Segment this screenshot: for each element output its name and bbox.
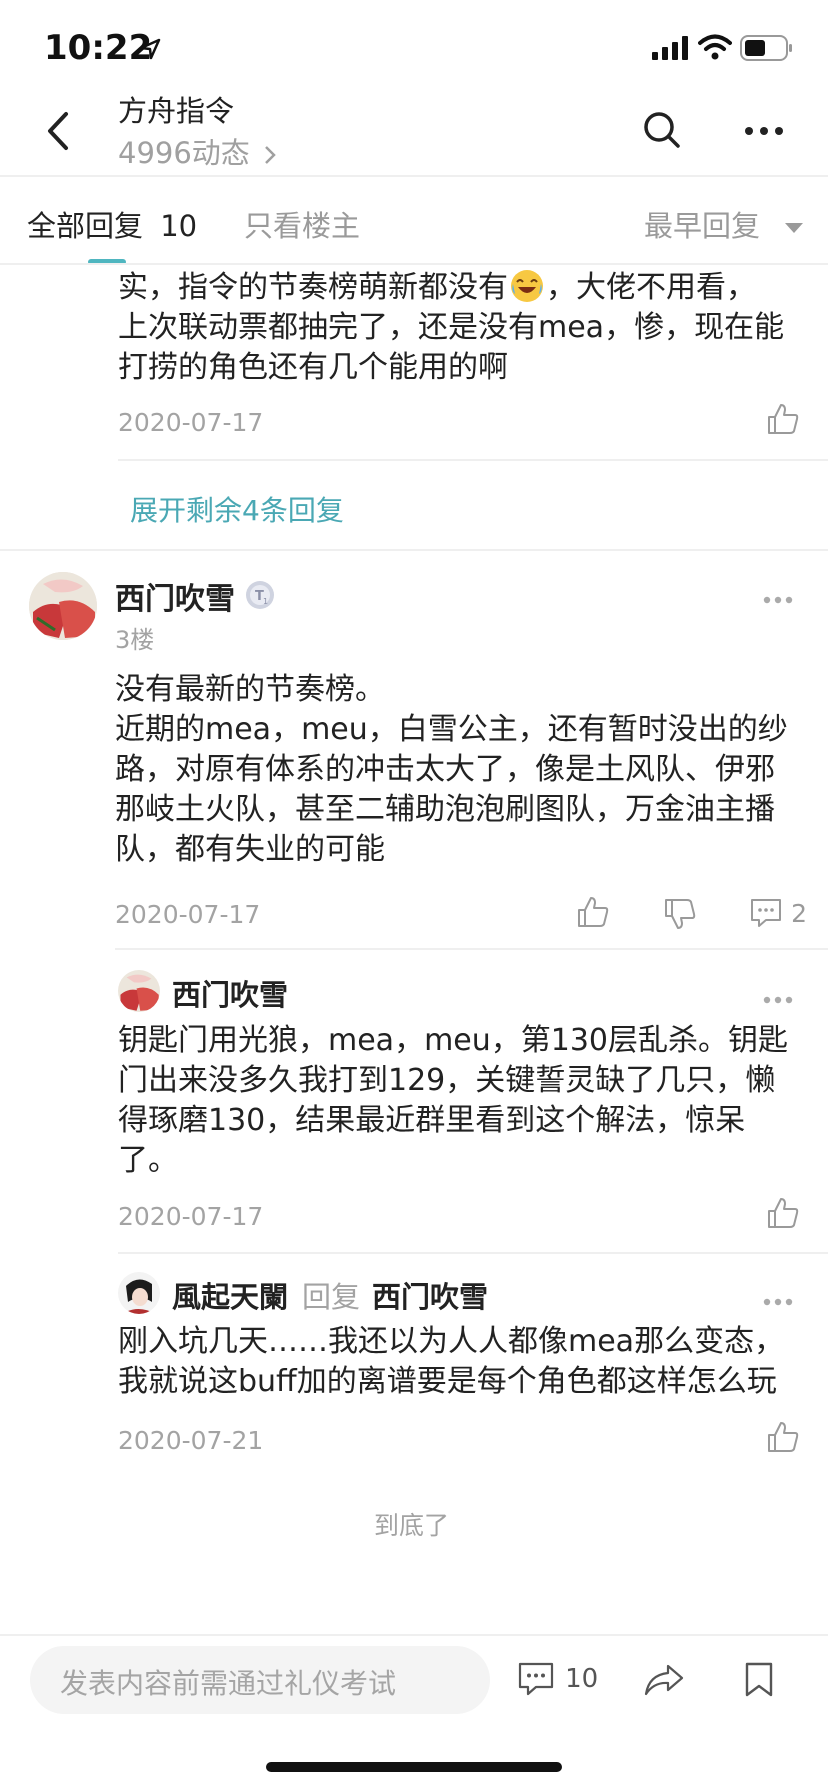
tab-divider: [0, 263, 828, 265]
battery-icon: [740, 35, 794, 61]
reply-avatar[interactable]: [118, 1272, 160, 1314]
search-icon[interactable]: [642, 110, 682, 150]
sort-label: 最早回复: [644, 209, 761, 243]
caret-down-icon: [785, 223, 804, 233]
nav-bar: 方舟指令 4996动态: [0, 88, 828, 176]
post-body: 没有最新的节奏榜。 近期的mea，meu，白雪公主，还有暂时没出的纱 路，对原有…: [115, 672, 788, 867]
like-button[interactable]: [766, 402, 800, 436]
expand-replies-link[interactable]: 展开剩余4条回复: [130, 489, 344, 529]
status-bar: 10:22: [0, 0, 828, 88]
post-dislike-button[interactable]: [663, 897, 697, 931]
reply-body: 刚入坑几天……我还以为人人都像mea那么变态， 我就说这buff加的离谱要是每个…: [118, 1324, 785, 1399]
comment-icon: [750, 898, 782, 928]
svg-text:1: 1: [263, 597, 268, 606]
laughing-emoji-icon: [510, 269, 544, 303]
subreply-divider: [115, 948, 828, 950]
reply-more-icon[interactable]: [763, 996, 793, 1004]
forum-activity-label: 4996动态: [118, 136, 250, 170]
comment-input[interactable]: 发表内容前需通过礼仪考试: [30, 1646, 490, 1714]
previous-reply: 实，指令的节奏榜萌新都没有 ，大佬不用看， 上次联动票都抽完了，还是没有mea，…: [118, 268, 798, 388]
forum-activity-link[interactable]: 4996动态: [118, 130, 277, 172]
comments-button[interactable]: 10: [518, 1662, 598, 1696]
wifi-icon: [698, 34, 732, 60]
comments-count: 10: [565, 1664, 599, 1694]
reply-to-label: 回复: [302, 1280, 361, 1314]
reply-author[interactable]: 風起天闌: [172, 1274, 288, 1316]
status-time: 10:22: [44, 28, 153, 68]
reply-more-icon[interactable]: [763, 1298, 793, 1306]
post-comment-count: 2: [791, 898, 807, 928]
reply-text: 实，指令的节奏榜萌新都没有 ，大佬不用看， 上次联动票都抽完了，还是没有mea，…: [118, 269, 785, 385]
chevron-right-icon: [263, 144, 277, 166]
reply-date: 2020-07-17: [118, 408, 264, 437]
subreply-divider: [118, 1252, 828, 1254]
more-options-icon[interactable]: [744, 126, 784, 136]
home-indicator: [266, 1762, 562, 1772]
post-date: 2020-07-17: [115, 900, 261, 929]
tab-all-replies-label: 全部回复: [27, 209, 144, 243]
reply-target-user[interactable]: 西门吹雪: [372, 1274, 488, 1316]
post-comment-button[interactable]: 2: [750, 898, 807, 928]
signal-icon: [652, 36, 690, 60]
post-more-icon[interactable]: [763, 596, 793, 604]
reply-like-button[interactable]: [766, 1420, 800, 1454]
user-level-badge-icon: T1: [244, 579, 276, 611]
back-button[interactable]: [44, 110, 72, 152]
location-arrow-icon: [139, 38, 161, 60]
forum-title[interactable]: 方舟指令: [118, 88, 234, 130]
reply-like-button[interactable]: [766, 1196, 800, 1230]
reply-author[interactable]: 西门吹雪: [172, 972, 288, 1014]
avatar[interactable]: [29, 572, 97, 640]
tab-all-replies-count: 10: [160, 209, 198, 243]
tab-op-only[interactable]: 只看楼主: [244, 203, 360, 245]
comment-icon: [518, 1662, 554, 1696]
bottom-bar-divider: [0, 1634, 828, 1636]
reply-divider: [118, 459, 828, 461]
bookmark-icon[interactable]: [744, 1662, 774, 1698]
end-of-list: 到底了: [374, 1511, 450, 1540]
reply-body: 钥匙门用光狼，mea，meu，第130层乱杀。钥匙 门出来没多久我打到129，关…: [118, 1023, 789, 1178]
post-floor: 3楼: [115, 626, 155, 654]
tab-bar: 全部回复 10 只看楼主 最早回复: [0, 177, 828, 265]
post-author[interactable]: 西门吹雪: [115, 574, 235, 618]
tab-all-replies[interactable]: 全部回复 10: [27, 203, 197, 245]
share-icon[interactable]: [644, 1664, 684, 1696]
comment-input-placeholder: 发表内容前需通过礼仪考试: [60, 1667, 397, 1700]
post-like-button[interactable]: [576, 895, 610, 929]
post-divider: [0, 549, 828, 551]
reply-avatar[interactable]: [118, 970, 160, 1012]
sort-dropdown[interactable]: 最早回复: [644, 203, 804, 245]
reply-date: 2020-07-17: [118, 1202, 264, 1231]
reply-date: 2020-07-21: [118, 1426, 264, 1455]
